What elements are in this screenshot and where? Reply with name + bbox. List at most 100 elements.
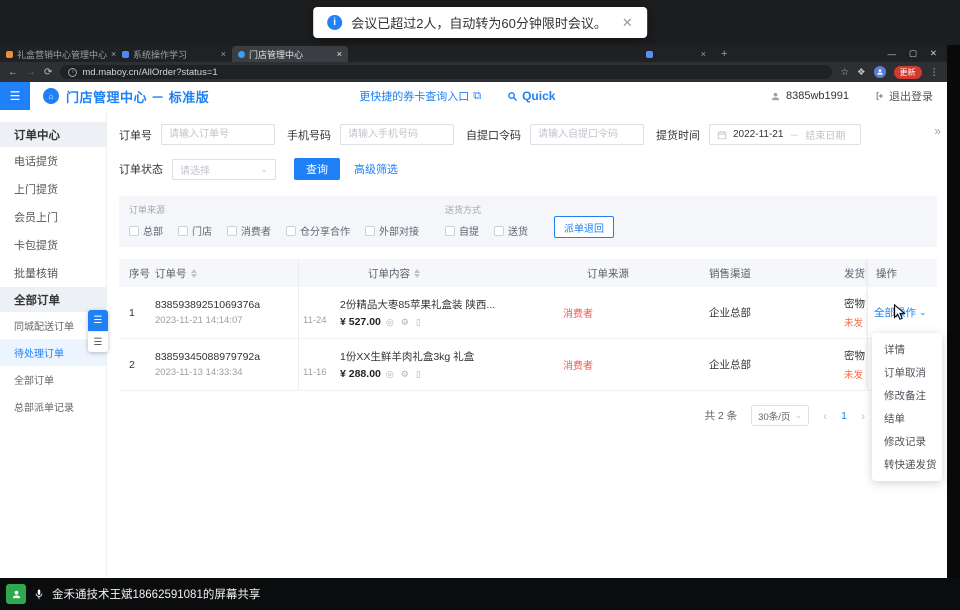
browser-tab-3-active[interactable]: 门店管理中心 × xyxy=(232,46,348,62)
main-content: » 订单号 手机号码 自提口令码 提货时间 2022-11-21 － 结束日期 xyxy=(107,110,947,578)
browser-tab-1[interactable]: 礼盒营销中心管理中心 × xyxy=(0,46,116,62)
browser-tab-4[interactable]: × xyxy=(640,46,712,62)
sidebar-item-batch-verify[interactable]: 批量核销 xyxy=(0,259,106,287)
checkbox-icon[interactable] xyxy=(494,226,504,236)
extensions-icon[interactable]: ❖ xyxy=(857,67,866,78)
menu-item-edit-history[interactable]: 修改记录 xyxy=(872,430,942,453)
advanced-filter-link[interactable]: 高级筛选 xyxy=(354,161,398,177)
url-field[interactable]: i md.maboy.cn/AllOrder?status=1 xyxy=(60,65,832,79)
toast-close-icon[interactable]: ✕ xyxy=(622,15,633,31)
browser-addressbar: ← → ⟳ i md.maboy.cn/AllOrder?status=1 ☆ … xyxy=(0,62,947,82)
order-time-text: 2023-11-13 14:33:34 xyxy=(155,367,298,378)
sidebar-item-phone-pickup[interactable]: 电话提货 xyxy=(0,147,106,175)
checkbox-external[interactable]: 外部对接 xyxy=(365,223,419,238)
search-button[interactable]: 查询 xyxy=(294,158,340,180)
url-text[interactable]: md.maboy.cn/AllOrder?status=1 xyxy=(82,67,217,78)
collapse-panel-icon[interactable]: » xyxy=(934,124,939,138)
pickup-code-input[interactable] xyxy=(530,124,644,145)
user-account[interactable]: 8385wb1991 xyxy=(770,90,849,102)
forward-icon[interactable]: → xyxy=(26,67,36,78)
next-page-button[interactable]: › xyxy=(861,409,865,423)
window-minimize-button[interactable]: — xyxy=(887,49,896,59)
sidebar-section-all-orders[interactable]: 全部订单 xyxy=(0,287,106,312)
window-close-button[interactable]: ✕ xyxy=(930,48,937,59)
sort-icon[interactable] xyxy=(414,269,420,278)
browser-profile-avatar[interactable] xyxy=(874,66,886,78)
chrome-update-button[interactable]: 更新 xyxy=(894,66,922,79)
order-content-text: 2份精品大枣85苹果礼盒装 陕西... xyxy=(340,297,559,312)
channel-icon-1: ◎ xyxy=(386,369,396,380)
order-no-text: 83859345088979792a xyxy=(155,351,298,363)
sort-icon[interactable] xyxy=(191,269,197,278)
checkbox-icon[interactable] xyxy=(286,226,296,236)
page-size-select[interactable]: 30条/页 ⌄ xyxy=(751,405,809,426)
new-tab-button[interactable]: + xyxy=(721,46,727,62)
checkbox-icon[interactable] xyxy=(445,226,455,236)
order-source-group: 订单来源 总部 门店 消费者 仓分享合作 外部对接 xyxy=(129,203,419,238)
header-pickup-time xyxy=(298,259,336,287)
prev-page-button[interactable]: ‹ xyxy=(823,409,827,423)
checkbox-consumer[interactable]: 消费者 xyxy=(227,223,271,238)
tab-close-icon[interactable]: × xyxy=(337,49,342,59)
app-body: 订单中心 电话提货 上门提货 会员上门 卡包提货 批量核销 全部订单 同城配送订… xyxy=(0,110,947,578)
sidebar-section-order-center[interactable]: 订单中心 xyxy=(0,122,106,147)
person-icon xyxy=(876,68,884,76)
sidebar-item-member-visit[interactable]: 会员上门 xyxy=(0,203,106,231)
date-start-value[interactable]: 2022-11-21 xyxy=(733,129,783,140)
cell-content: 1份XX生鲜羊肉礼盒3kg 礼盒 ¥ 288.00 ◎ ⚙ ▯ xyxy=(336,339,559,390)
back-icon[interactable]: ← xyxy=(8,67,18,78)
menu-item-edit-note[interactable]: 修改备注 xyxy=(872,384,942,407)
date-end-placeholder[interactable]: 结束日期 xyxy=(805,127,845,142)
checkbox-icon[interactable] xyxy=(178,226,188,236)
ship-status-line1: 密物 xyxy=(844,348,867,363)
checkbox-delivery[interactable]: 送货 xyxy=(494,223,528,238)
sidebar-item-all-orders[interactable]: 全部订单 xyxy=(0,366,106,393)
app-window: ☰ ⌂ 门店管理中心 － 标准版 更快捷的券卡查询入口 ⧉ Quick 8385… xyxy=(0,82,947,578)
logout-button[interactable]: 退出登录 xyxy=(875,88,933,104)
hamburger-menu-button[interactable]: ☰ xyxy=(0,82,30,110)
info-icon: i xyxy=(327,15,342,30)
cell-content: 2份精品大枣85苹果礼盒装 陕西... ¥ 527.00 ◎ ⚙ ▯ xyxy=(336,287,559,338)
checkbox-icon[interactable] xyxy=(365,226,375,236)
header-content[interactable]: 订单内容 xyxy=(336,259,559,287)
date-range-picker[interactable]: 2022-11-21 － 结束日期 xyxy=(709,124,861,145)
tab-close-icon[interactable]: × xyxy=(701,49,706,59)
bookmark-star-icon[interactable]: ☆ xyxy=(840,67,849,78)
sidebar-toggle-secondary[interactable]: ☰ xyxy=(88,331,108,352)
sidebar-toggle-primary[interactable]: ☰ xyxy=(88,310,108,331)
checkbox-store[interactable]: 门店 xyxy=(178,223,212,238)
phone-input[interactable] xyxy=(340,124,454,145)
tab-close-icon[interactable]: × xyxy=(221,49,226,59)
order-price: ¥ 527.00 xyxy=(340,316,381,328)
quick-search-link[interactable]: Quick xyxy=(507,89,555,103)
reload-icon[interactable]: ⟳ xyxy=(44,67,52,78)
menu-item-settle[interactable]: 结单 xyxy=(872,407,942,430)
browser-tab-2[interactable]: 系统操作学习 × xyxy=(116,46,232,62)
site-info-icon[interactable]: i xyxy=(68,68,77,77)
checkbox-icon[interactable] xyxy=(227,226,237,236)
sidebar-item-card-pickup[interactable]: 卡包提货 xyxy=(0,231,106,259)
sidebar-item-hq-dispatch-records[interactable]: 总部派单记录 xyxy=(0,393,106,420)
menu-item-detail[interactable]: 详情 xyxy=(872,338,942,361)
menu-item-express-ship[interactable]: 转快递发货 xyxy=(872,453,942,476)
order-status-select[interactable]: 请选择 ⌄ xyxy=(172,159,276,180)
order-no-input[interactable] xyxy=(161,124,275,145)
sidebar-item-door-pickup[interactable]: 上门提货 xyxy=(0,175,106,203)
checkbox-self-pickup[interactable]: 自提 xyxy=(445,223,479,238)
checkbox-label: 消费者 xyxy=(241,223,271,238)
current-page[interactable]: 1 xyxy=(841,410,847,422)
coupon-query-link[interactable]: 更快捷的券卡查询入口 ⧉ xyxy=(359,88,481,104)
channel-icon-3: ▯ xyxy=(416,317,423,328)
dispatch-return-button[interactable]: 派单退回 xyxy=(554,216,614,238)
checkbox-warehouse-share[interactable]: 仓分享合作 xyxy=(286,223,350,238)
checkbox-icon[interactable] xyxy=(129,226,139,236)
browser-menu-icon[interactable]: ⋮ xyxy=(930,67,940,78)
menu-item-cancel-order[interactable]: 订单取消 xyxy=(872,361,942,384)
pickup-date-fragment: 11-24 xyxy=(303,315,336,326)
window-maximize-button[interactable]: ▢ xyxy=(909,48,917,59)
tab-favicon xyxy=(238,51,245,58)
delivery-method-group-label: 送货方式 xyxy=(445,203,528,216)
all-actions-dropdown[interactable]: 全部操作 ⌄ xyxy=(874,305,937,320)
header-order-no[interactable]: 订单号 xyxy=(151,259,298,287)
checkbox-hq[interactable]: 总部 xyxy=(129,223,163,238)
